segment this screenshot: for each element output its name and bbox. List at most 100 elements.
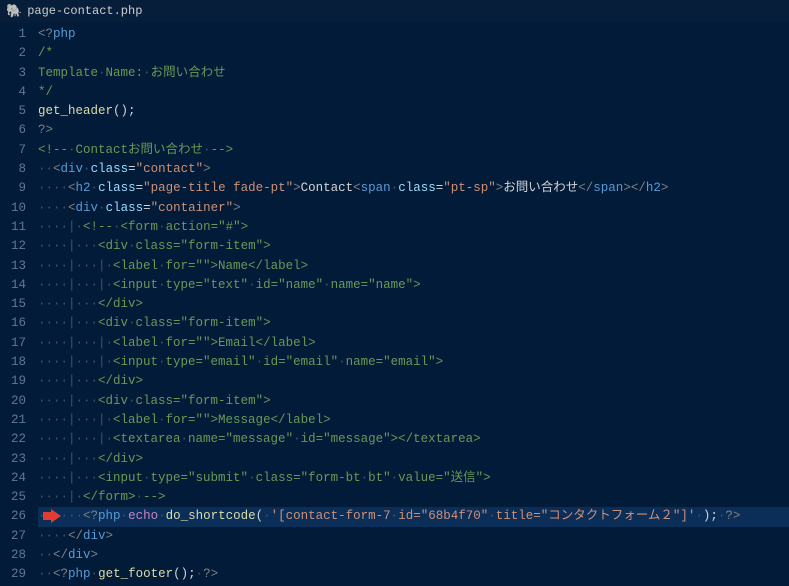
code-line[interactable]: ····</div> <box>38 527 789 546</box>
code-line[interactable]: ····<h2·class="page-title fade-pt">Conta… <box>38 179 789 198</box>
code-line[interactable]: ····|·</form>·--> <box>38 488 789 507</box>
code-token: class <box>91 162 129 176</box>
code-token: ····|···|· <box>38 413 113 427</box>
code-line[interactable]: ····|···<div·class="form-item"> <box>38 237 789 256</box>
code-token: · <box>128 239 136 253</box>
code-token: · <box>128 316 136 330</box>
code-token: "container" <box>151 201 234 215</box>
code-line[interactable]: ··</div> <box>38 546 789 565</box>
code-token: <input <box>98 471 143 485</box>
code-token: ····|··· <box>38 394 98 408</box>
code-line[interactable]: ····|···<input·type="submit"·class="form… <box>38 469 789 488</box>
code-token: = <box>128 162 136 176</box>
code-token: · <box>248 278 256 292</box>
code-token: php <box>98 509 121 523</box>
code-token: </div> <box>98 297 143 311</box>
code-token: · <box>143 471 151 485</box>
php-icon: 🐘 <box>6 4 22 19</box>
code-line[interactable]: ····|···</div> <box>38 295 789 314</box>
code-line[interactable]: */ <box>38 83 789 102</box>
code-line[interactable]: ····<div·class="container"> <box>38 199 789 218</box>
line-number: 13 <box>0 257 26 276</box>
code-token: div <box>68 548 91 562</box>
line-number: 27 <box>0 527 26 546</box>
code-line[interactable]: ····|···|·<textarea·name="message"·id="m… <box>38 430 789 449</box>
line-number: 23 <box>0 450 26 469</box>
code-token: h2 <box>76 181 91 195</box>
code-token: --> <box>143 490 166 504</box>
code-token: ····|···|· <box>38 432 113 446</box>
code-line[interactable]: Template·Name:·お問い合わせ <box>38 64 789 83</box>
code-line[interactable]: ····|···|·<input·type="email"·id="email"… <box>38 353 789 372</box>
code-token: · <box>248 471 256 485</box>
code-token: ···· <box>38 201 68 215</box>
code-token: · <box>158 509 166 523</box>
code-token: · <box>361 471 369 485</box>
line-number: 20 <box>0 392 26 411</box>
line-number: 2 <box>0 44 26 63</box>
code-line[interactable]: get_header(); <box>38 102 789 121</box>
code-token: · <box>158 413 166 427</box>
editor-tab[interactable]: 🐘 page-contact.php <box>6 4 142 19</box>
code-token: </ <box>68 529 83 543</box>
code-line[interactable]: ··<?php·get_footer();·?> <box>38 565 789 584</box>
code-line[interactable]: ····|···<div·class="form-item"> <box>38 314 789 333</box>
code-line[interactable]: ····|···|·<label·for="">Message</label> <box>38 411 789 430</box>
code-token: type="submit" <box>151 471 249 485</box>
code-token: ····|··· <box>38 471 98 485</box>
line-number: 15 <box>0 295 26 314</box>
code-token: お問い合わせ <box>151 66 226 80</box>
code-token: ·· <box>38 162 53 176</box>
code-token: > <box>661 181 669 195</box>
code-token: < <box>353 181 361 195</box>
code-line[interactable]: /* <box>38 44 789 63</box>
code-token: action="#"> <box>166 220 249 234</box>
code-token: do_shortcode <box>166 509 256 523</box>
code-token: </ <box>578 181 593 195</box>
code-token: ( <box>256 509 264 523</box>
code-token: ····|···|· <box>38 278 113 292</box>
code-token: <input <box>113 278 158 292</box>
code-token: <? <box>83 509 98 523</box>
code-line[interactable]: ····|···<div·class="form-item"> <box>38 392 789 411</box>
code-line[interactable]: ····|···|·<label·for="">Email</label> <box>38 334 789 353</box>
code-editor[interactable]: 1234567891011121314151617181920212223242… <box>0 22 789 586</box>
code-token: */ <box>38 85 53 99</box>
code-token: echo <box>128 509 158 523</box>
code-line[interactable]: ····|···|·<label·for="">Name</label> <box>38 257 789 276</box>
code-line[interactable]: <!--·Contactお問い合わせ·--> <box>38 141 789 160</box>
line-number: 25 <box>0 488 26 507</box>
code-line[interactable]: ··<div·class="contact"> <box>38 160 789 179</box>
code-line[interactable]: <?php <box>38 25 789 44</box>
code-token: · <box>113 220 121 234</box>
code-token: <form <box>121 220 159 234</box>
line-number: 5 <box>0 102 26 121</box>
line-number: 8 <box>0 160 26 179</box>
code-line[interactable]: ····|·<!--·<form·action="#"> <box>38 218 789 237</box>
code-line[interactable]: ······<?php·echo·do_shortcode(·'[contact… <box>38 507 789 526</box>
code-line[interactable]: ····|···</div> <box>38 450 789 469</box>
code-token: div <box>76 201 99 215</box>
code-token: class="form-bt <box>256 471 361 485</box>
code-token: php <box>53 27 76 41</box>
code-line[interactable]: ····|···|·<input·type="text"·id="name"·n… <box>38 276 789 295</box>
code-token: get_header <box>38 104 113 118</box>
code-token: h2 <box>646 181 661 195</box>
code-token: ?> <box>725 509 740 523</box>
code-token: class="form-item"> <box>136 239 271 253</box>
code-token: < <box>53 162 61 176</box>
code-token: · <box>488 509 496 523</box>
code-token: · <box>203 143 211 157</box>
code-line[interactable]: ····|···</div> <box>38 372 789 391</box>
code-token: > <box>623 181 631 195</box>
code-token: · <box>98 201 106 215</box>
code-token: ·· <box>38 567 53 581</box>
code-token: php <box>68 567 91 581</box>
line-number: 18 <box>0 353 26 372</box>
code-token: = <box>136 181 144 195</box>
code-line[interactable]: ?> <box>38 121 789 140</box>
code-token: ···· <box>38 181 68 195</box>
code-token: </form> <box>83 490 136 504</box>
code-area[interactable]: <?php/*Template·Name:·お問い合わせ*/get_header… <box>38 22 789 586</box>
line-number: 4 <box>0 83 26 102</box>
